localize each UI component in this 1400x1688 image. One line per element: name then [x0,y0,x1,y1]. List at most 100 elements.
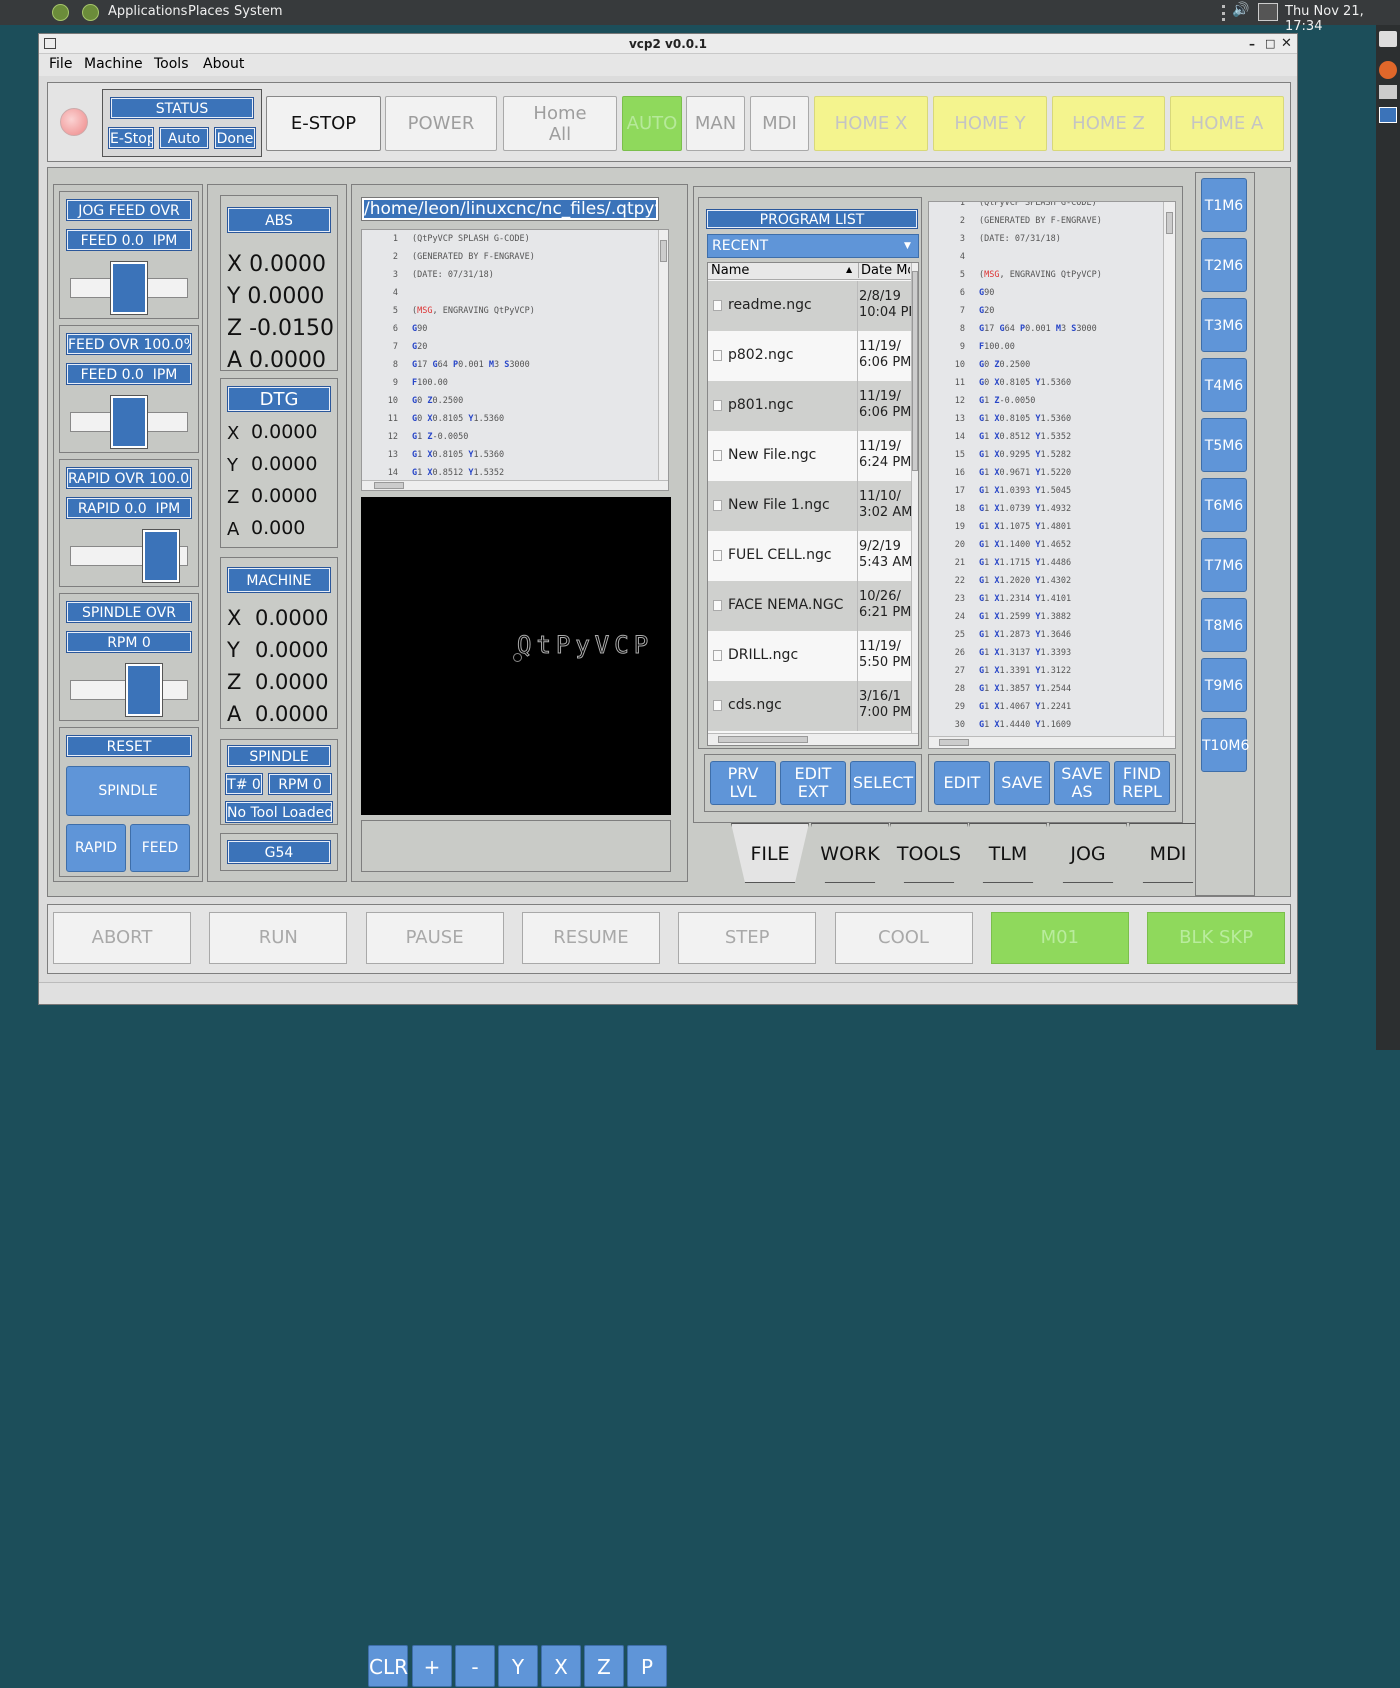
gcode-preview-vscroll[interactable] [658,230,668,480]
menu-about[interactable]: About [203,56,244,72]
tool-t2m6-button[interactable]: T2M6 [1201,238,1247,292]
file-row[interactable]: FUEL CELL.ngc 9/2/19 5:43 AM [708,531,911,581]
file-row[interactable]: readme.ngc 2/8/19 10:04 PM [708,281,911,331]
menu-tools[interactable]: Tools [154,56,189,72]
program-file-list[interactable]: Name ▲ Date Mo readme.ngc 2/8/19 10:04 PM… [707,262,919,746]
maximize-icon[interactable]: □ [1265,34,1275,54]
col-date[interactable]: Date Mo [858,263,910,278]
folder-icon[interactable] [1379,85,1397,99]
home-x-button[interactable]: HOME X [814,96,928,151]
close-icon[interactable]: ✕ [1281,34,1292,54]
gcode-preview[interactable]: 1 (QtPyVCP SPLASH G-CODE) 2 (GENERATED BY F… [361,229,669,491]
menu-machine[interactable]: Machine [84,56,143,72]
tool-t9m6-button[interactable]: T9M6 [1201,658,1247,712]
editor-hscroll-thumb[interactable] [939,739,969,746]
network-icon[interactable] [1258,3,1278,21]
tool-t4m6-button[interactable]: T4M6 [1201,358,1247,412]
editor-vscroll[interactable] [1163,202,1175,736]
gcode-preview-vscroll-thumb[interactable] [660,240,667,262]
plus-button[interactable]: + [412,1645,452,1687]
x-button[interactable]: X [541,1645,581,1687]
places-menu[interactable]: Places [188,4,229,19]
file-row[interactable]: p801.ngc 11/19/ 6:06 PM [708,381,911,431]
find-replace-button[interactable]: FIND REPL [1114,761,1170,805]
home-z-button[interactable]: HOME Z [1052,96,1165,151]
file-list-hscroll-thumb[interactable] [718,736,808,743]
applications-menu[interactable]: Applications [108,4,187,19]
launcher-icon[interactable] [52,4,69,21]
p-button[interactable]: P [627,1645,667,1687]
gcode-editor[interactable]: 1 (QtPyVCP SPLASH G-CODE) 2 (GENERATED BY F… [928,201,1176,749]
jog-ovr-slider-handle[interactable] [111,262,147,314]
program-list-combo[interactable]: RECENT ▼ [707,234,919,258]
auto-button[interactable]: AUTO [622,96,682,151]
system-menu[interactable]: System [234,4,282,19]
gcode-preview-hscroll[interactable] [362,480,668,490]
tool-t7m6-button[interactable]: T7M6 [1201,538,1247,592]
step-button[interactable]: STEP [678,912,817,964]
estop-button[interactable]: E-STOP [266,96,381,151]
home-y-button[interactable]: HOME Y [933,96,1047,151]
file-row[interactable]: New File.ngc 11/19/ 6:24 PM [708,431,911,481]
tool-t3m6-button[interactable]: T3M6 [1201,298,1247,352]
spindle-button[interactable]: SPINDLE [66,766,190,816]
mdi-button[interactable]: MDI [750,96,809,151]
dtg-x-axis: X [227,423,240,444]
tool-t5m6-button[interactable]: T5M6 [1201,418,1247,472]
manual-button[interactable]: MAN [686,96,745,151]
tool-t6m6-button[interactable]: T6M6 [1201,478,1247,532]
file-list-vscroll[interactable] [911,263,918,733]
editor-hscroll[interactable] [929,736,1175,748]
launcher-icon-2[interactable] [82,4,99,21]
file-date: 2/8/19 10:04 PM [859,289,911,320]
edit-external-button[interactable]: EDIT EXT [780,761,846,805]
z-button[interactable]: Z [584,1645,624,1687]
feed-button[interactable]: FEED [130,824,190,872]
gcode-preview-hscroll-thumb[interactable] [374,482,404,489]
file-list-hscroll[interactable] [708,733,918,745]
tool-t8m6-button[interactable]: T8M6 [1201,598,1247,652]
file-row[interactable]: New File 1.ngc 11/10/ 3:02 AM [708,481,911,531]
edit-button[interactable]: EDIT [934,761,990,805]
spindle-ovr-slider-handle[interactable] [126,664,162,716]
clear-button[interactable]: CLR [368,1645,408,1687]
home-all-button[interactable]: Home All [503,96,617,151]
col-name[interactable]: Name [711,263,749,278]
window-menu-icon[interactable] [44,38,56,49]
file-name: New File 1.ngc [728,497,830,513]
cool-button[interactable]: COOL [834,912,973,964]
tool-t10m6-button[interactable]: T10M6 [1201,718,1249,772]
run-button[interactable]: RUN [209,912,348,964]
browser-icon[interactable] [1379,61,1397,79]
file-row[interactable]: FACE NEMA.NGC 10/26/ 6:21 PM [708,581,911,631]
file-list-vscroll-thumb[interactable] [912,271,918,471]
editor-vscroll-thumb[interactable] [1166,212,1173,234]
file-row[interactable]: p802.ngc 11/19/ 6:06 PM [708,331,911,381]
home-a-button[interactable]: HOME A [1170,96,1284,151]
file-row[interactable]: cds.ngc 3/16/1 7:00 PM [708,681,911,731]
rapid-button[interactable]: RAPID [66,824,126,872]
menu-file[interactable]: File [49,56,72,72]
abort-button[interactable]: ABORT [53,912,191,964]
feed-ovr-slider-handle[interactable] [111,396,147,448]
pause-button[interactable]: PAUSE [365,912,504,964]
blk-skp-button[interactable]: BLK SKP [1147,912,1286,964]
select-button[interactable]: SELECT [850,761,916,805]
prev-level-button[interactable]: PRV LVL [710,761,776,805]
gcode-preview-line: 1 (QtPyVCP SPLASH G-CODE) [362,234,668,252]
power-button[interactable]: POWER [385,96,497,151]
minimize-icon[interactable]: – [1249,34,1255,54]
volume-icon[interactable]: 🔊 [1232,2,1249,18]
backplot-view[interactable]: QtPyVCP [361,497,671,815]
camera-icon[interactable] [1379,31,1397,47]
y-button[interactable]: Y [498,1645,538,1687]
resume-button[interactable]: RESUME [521,912,660,964]
window-icon[interactable] [1379,107,1397,123]
save-as-button[interactable]: SAVE AS [1054,761,1110,805]
save-button[interactable]: SAVE [994,761,1050,805]
file-row[interactable]: DRILL.ngc 11/19/ 5:50 PM [708,631,911,681]
rapid-ovr-slider-handle[interactable] [143,530,179,582]
minus-button[interactable]: - [455,1645,495,1687]
tool-t1m6-button[interactable]: T1M6 [1201,178,1247,232]
m01-button[interactable]: M01 [990,912,1129,964]
